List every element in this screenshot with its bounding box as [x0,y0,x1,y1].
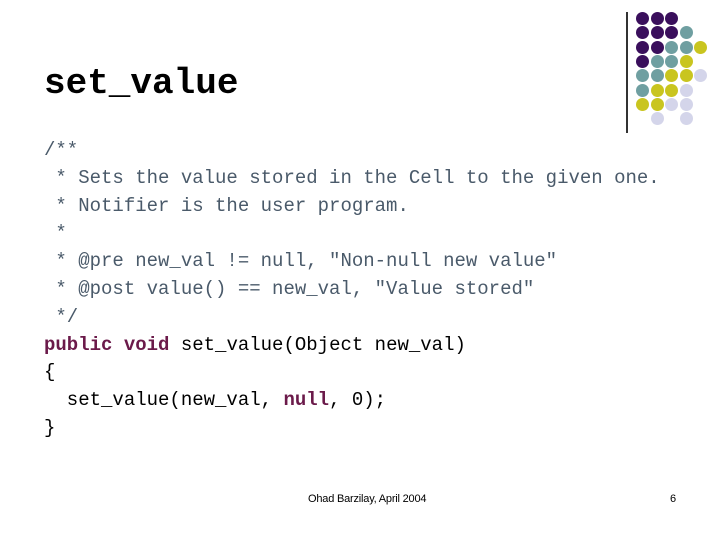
decorative-dot-purple [636,12,649,25]
decorative-dot-purple [636,40,649,54]
decorative-dot-teal [650,69,664,83]
footer-author: Ohad Barzilay, April 2004 [308,493,427,505]
slide-title: set_value [44,63,239,104]
decorative-dot-yellow [694,40,708,54]
decorative-dot-purple [650,26,664,40]
signature-rest: set_value(Object new_val) [169,333,466,356]
close-brace: } [44,416,56,439]
body-call-start: set_value(new_val, [44,389,284,412]
open-brace: { [44,361,56,384]
decorative-dot-purple [650,40,664,54]
decorative-dot-yellow [679,54,693,68]
decorative-dot-yellow [665,69,679,83]
code-comment-line: * Sets the value stored in the Cell to t… [44,166,660,189]
decorative-dot-teal [665,54,679,68]
method-body-line: set_value(new_val, null, 0); [44,387,660,415]
decorative-dot-purple [650,12,664,25]
decorative-dot-yellow [636,97,649,111]
code-comment-line: /** [44,139,79,161]
code-block: /** * Sets the value stored in the Cell … [44,137,660,443]
method-signature: public void set_value(Object new_val) [44,332,660,360]
decorative-dot-teal [636,69,649,83]
decorative-dot-yellow [679,69,693,83]
decorative-divider-line [626,12,628,133]
decorative-dot-yellow [650,83,664,97]
code-comment-line: * @pre new_val != null, "Non-null new va… [44,250,558,273]
decorative-dot-purple [665,12,679,25]
decorative-dot-purple [665,26,679,40]
decorative-dot-lavender [679,112,693,126]
code-comment-line: * Notifier is the user program. [44,194,409,217]
decorative-dot-teal [665,40,679,54]
decorative-dot-lavender [694,69,708,83]
decorative-dot-yellow [665,83,679,97]
decorative-dot-purple [636,26,649,40]
body-call-end: , 0); [329,389,387,412]
keyword-null: null [283,389,330,412]
decorative-dot-grid [636,12,720,132]
decorative-dot-teal [679,40,693,54]
code-comment-line: * [44,222,67,245]
footer-page-number: 6 [670,493,677,505]
decorative-dot-teal [650,54,664,68]
decorative-dot-purple [636,54,649,68]
keyword-void: void [123,333,170,356]
decorative-dot-teal [636,83,649,97]
decorative-dot-yellow [650,97,664,111]
decorative-dot-lavender [679,83,693,97]
decorative-dot-lavender [650,112,664,126]
code-comment-line: */ [44,305,79,328]
decorative-dot-lavender [679,97,693,111]
decorative-dot-lavender [665,97,679,111]
code-comment-line: * @post value() == new_val, "Value store… [44,277,535,300]
decorative-dot-teal [679,26,693,40]
keyword-public: public [44,333,113,356]
